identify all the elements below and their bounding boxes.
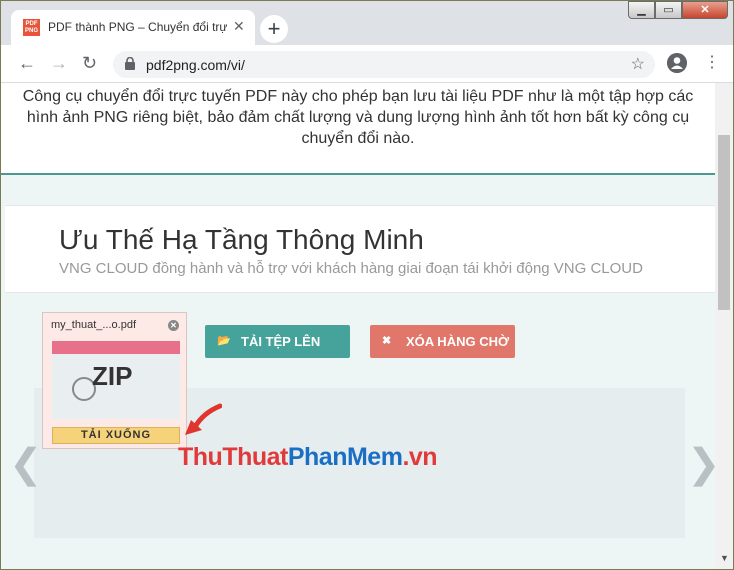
download-button[interactable]: TẢI XUỐNG bbox=[52, 427, 180, 444]
file-thumbnail: ZIP bbox=[52, 341, 180, 419]
scroll-down-arrow-icon[interactable]: ▼ bbox=[720, 553, 729, 563]
address-bar[interactable]: pdf2png.com/vi/ ☆ bbox=[113, 51, 655, 78]
zip-label: ZIP bbox=[92, 361, 133, 391]
page-scrollbar[interactable]: ▼ bbox=[715, 83, 733, 569]
lock-icon bbox=[125, 57, 135, 70]
browser-window: PDF PNG PDF thành PNG – Chuyển đổi trự ✕… bbox=[0, 0, 734, 570]
clear-queue-button[interactable]: ✖ XÓA HÀNG CHỜ bbox=[370, 325, 515, 358]
carousel-prev-icon[interactable]: ❮ bbox=[9, 441, 43, 487]
hero-title: Ưu Thế Hạ Tầng Thông Minh bbox=[59, 224, 424, 255]
watermark-part3: .vn bbox=[402, 443, 438, 471]
thumbnail-header bbox=[52, 341, 180, 354]
tab-title: PDF thành PNG – Chuyển đổi trự bbox=[48, 20, 228, 34]
browser-toolbar: ← → ↻ pdf2png.com/vi/ ☆ ⋮ bbox=[1, 45, 733, 83]
hero-banner[interactable]: Ưu Thế Hạ Tầng Thông Minh VNG CLOUD đồng… bbox=[5, 205, 715, 293]
window-maximize-button[interactable]: ▭ bbox=[655, 1, 682, 19]
browser-menu-icon[interactable]: ⋮ bbox=[704, 54, 720, 72]
intro-text: Công cụ chuyển đổi trực tuyến PDF này ch… bbox=[1, 83, 715, 175]
bookmark-star-icon[interactable]: ☆ bbox=[631, 54, 645, 74]
watermark-logo: ThuThuatPhanMem.vn bbox=[178, 443, 438, 472]
browser-tab[interactable]: PDF PNG PDF thành PNG – Chuyển đổi trự ✕ bbox=[11, 10, 255, 45]
upload-files-button[interactable]: 📂 TẢI TỆP LÊN bbox=[205, 325, 350, 358]
upload-button-label: TẢI TỆP LÊN bbox=[241, 334, 321, 349]
tab-close-icon[interactable]: ✕ bbox=[233, 18, 245, 35]
reload-icon[interactable]: ↻ bbox=[82, 53, 97, 73]
window-minimize-button[interactable]: ▁ bbox=[628, 1, 655, 19]
carousel-next-icon[interactable]: ❯ bbox=[687, 441, 715, 487]
scrollbar-thumb[interactable] bbox=[718, 135, 730, 310]
red-pointer-arrow-icon bbox=[185, 403, 222, 435]
url-text: pdf2png.com/vi/ bbox=[146, 57, 245, 73]
remove-file-icon[interactable]: ✕ bbox=[168, 320, 179, 331]
pdf2png-favicon-icon: PDF PNG bbox=[23, 19, 40, 36]
tab-bar: PDF PNG PDF thành PNG – Chuyển đổi trự ✕… bbox=[1, 1, 733, 45]
profile-avatar-icon[interactable] bbox=[667, 53, 687, 73]
file-name: my_thuat_...o.pdf bbox=[51, 319, 136, 331]
close-icon: ✖ bbox=[382, 335, 392, 347]
forward-arrow-icon[interactable]: → bbox=[50, 53, 68, 73]
back-arrow-icon[interactable]: ← bbox=[18, 53, 36, 73]
file-card: my_thuat_...o.pdf ✕ ZIP TẢI XUỐNG bbox=[42, 312, 187, 449]
folder-open-icon: 📂 bbox=[217, 335, 231, 347]
new-tab-button[interactable]: + bbox=[260, 15, 288, 43]
hero-subtitle: VNG CLOUD đồng hành và hỗ trợ với khách … bbox=[59, 260, 643, 277]
watermark-part2: PhanMem bbox=[287, 443, 403, 471]
window-close-button[interactable]: ✕ bbox=[682, 1, 728, 19]
clear-button-label: XÓA HÀNG CHỜ bbox=[406, 334, 510, 349]
watermark-part1: ThuThuat bbox=[178, 443, 288, 471]
